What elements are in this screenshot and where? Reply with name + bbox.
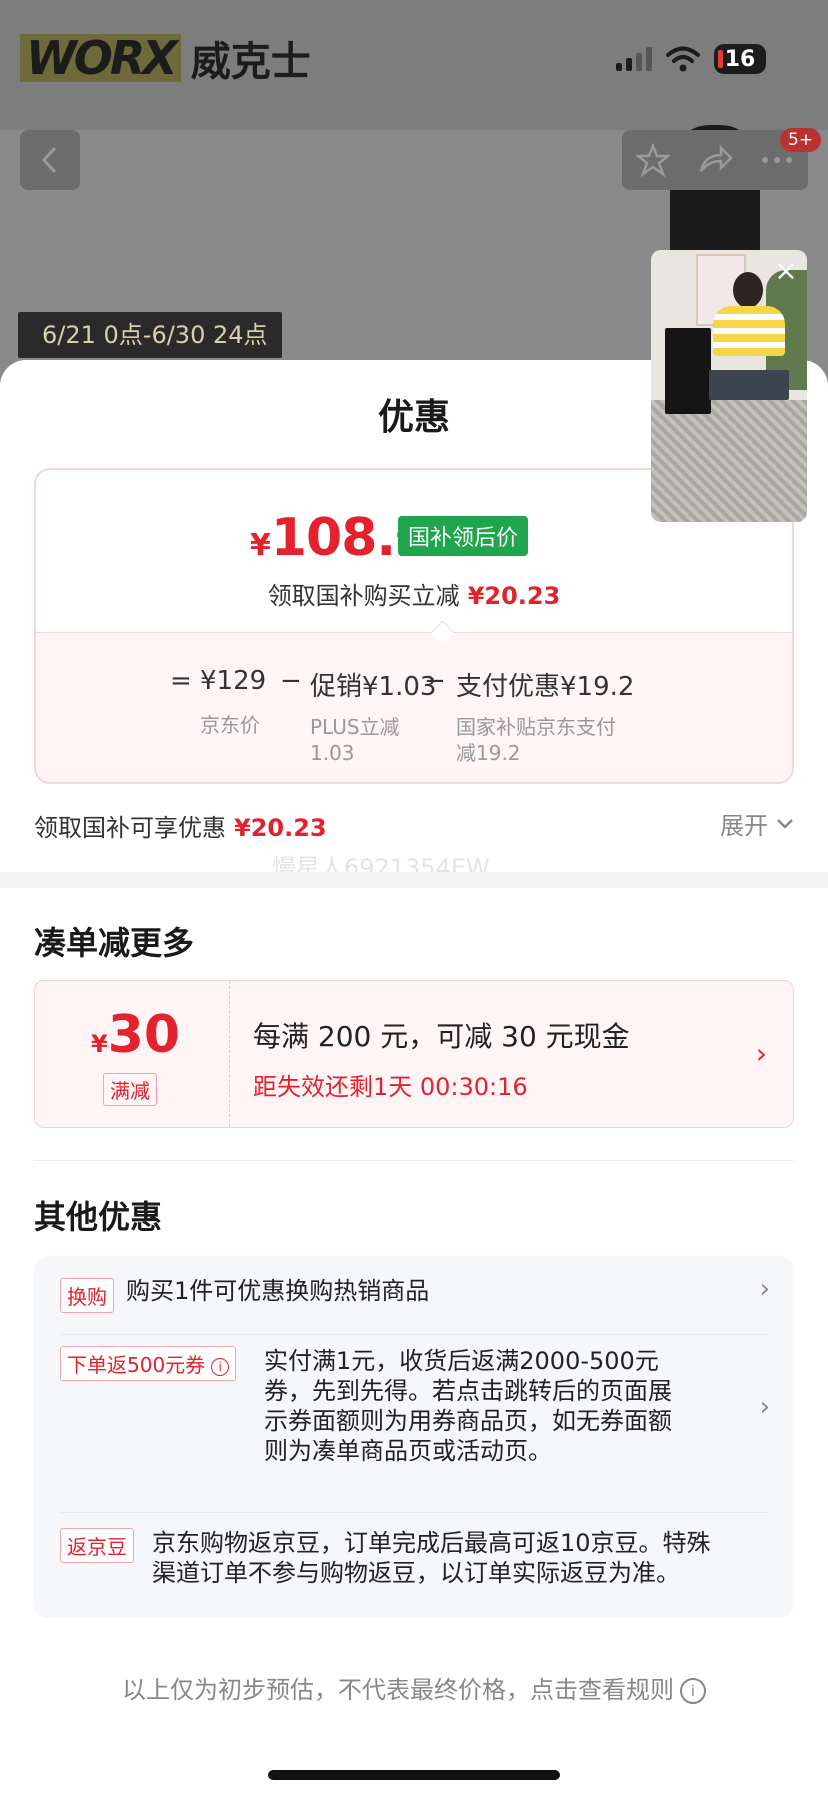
video-frame-box bbox=[709, 370, 789, 400]
home-indicator bbox=[268, 1770, 560, 1780]
battery-icon: 16 bbox=[714, 44, 766, 74]
equals-sign: = bbox=[170, 666, 192, 696]
subsidy-price-tag: 国补领后价 bbox=[398, 516, 529, 556]
promo-period-chip: 6/21 0点-6/30 24点 bbox=[18, 312, 282, 358]
coupon-type-tag: 满减 bbox=[103, 1073, 157, 1106]
video-frame-pc-case bbox=[665, 328, 711, 414]
video-frame-rug bbox=[651, 400, 807, 522]
signal-icon bbox=[616, 47, 652, 71]
promo-discount: 促销¥1.03 bbox=[310, 672, 437, 702]
coupon-card[interactable]: ¥ 30 满减 每满 200 元，可减 30 元现金 距失效还剩1天 00:30… bbox=[34, 980, 794, 1128]
payment-discount: 支付优惠¥19.2 bbox=[456, 672, 635, 702]
brand-logo-en: WORX bbox=[20, 34, 181, 82]
coupon-description: 每满 200 元，可减 30 元现金 bbox=[253, 1020, 630, 1053]
more-icon[interactable] bbox=[760, 155, 794, 165]
more-section-title: 凑单减更多 bbox=[34, 924, 195, 962]
chevron-right-icon: › bbox=[759, 1274, 770, 1304]
offer-row-tradein[interactable]: 换购 购买1件可优惠换购热销商品 › bbox=[34, 1256, 794, 1328]
promo-note-1: PLUS立减 bbox=[310, 715, 400, 739]
section-divider bbox=[0, 872, 828, 888]
share-icon[interactable] bbox=[697, 143, 733, 177]
divider bbox=[34, 1160, 794, 1161]
pay-note-2: 减19.2 bbox=[456, 741, 521, 765]
brand-logo: WORX 威克士 bbox=[20, 34, 311, 85]
chevron-down-icon bbox=[777, 818, 793, 829]
rules-footer-link[interactable]: 以上仅为初步预估，不代表最终价格，点击查看规则 i bbox=[0, 1670, 828, 1705]
minus-sign: − bbox=[280, 666, 302, 696]
info-icon: i bbox=[680, 1678, 706, 1704]
status-bar: 16 bbox=[616, 44, 766, 74]
subsidy-subtitle: 领取国补购买立减 ¥20.23 bbox=[267, 582, 561, 610]
promo-note-2: 1.03 bbox=[310, 741, 355, 765]
offer-tag: 返京豆 bbox=[60, 1528, 134, 1563]
coupon-expiry: 距失效还剩1天 00:30:16 bbox=[253, 1073, 528, 1101]
chevron-right-icon: › bbox=[759, 1392, 770, 1422]
wifi-icon bbox=[666, 46, 700, 72]
discount-sheet: 优惠 ¥ 108. 77 国补领后价 领取国补购买立减¥20.23 = ¥129… bbox=[0, 360, 828, 1796]
offer-text: 实付满1元，收货后返满2000-500元 券，先到先得。若点击跳转后的页面展 示… bbox=[264, 1347, 672, 1465]
video-frame-person bbox=[711, 272, 785, 362]
expand-button[interactable]: 展开 bbox=[720, 806, 794, 841]
jd-price-note: 京东价 bbox=[200, 713, 260, 737]
close-video-icon[interactable]: × bbox=[773, 257, 799, 285]
info-icon: i bbox=[211, 1357, 230, 1376]
pay-note-1: 国家补贴京东支付 bbox=[456, 715, 616, 739]
notification-badge: 5+ bbox=[780, 128, 822, 152]
chevron-right-icon: › bbox=[755, 1037, 767, 1070]
minus-sign: − bbox=[424, 666, 446, 696]
offer-tag: 换购 bbox=[60, 1278, 114, 1313]
offer-tag: 下单返500元券 i bbox=[60, 1346, 237, 1381]
offer-text: 京东购物返京豆，订单完成后最高可返10京豆。特殊 渠道订单不参与购物返豆，以订单… bbox=[152, 1529, 711, 1587]
subsidy-summary: 领取国补可享优惠 ¥20.23 bbox=[34, 814, 327, 842]
other-section-title: 其他优惠 bbox=[34, 1198, 163, 1236]
offer-text: 购买1件可优惠换购热销商品 bbox=[126, 1277, 430, 1305]
floating-video[interactable]: × bbox=[651, 250, 807, 522]
other-offers-list: 换购 购买1件可优惠换购热销商品 › 下单返500元券 i 实付满1元，收货后返满… bbox=[34, 1256, 794, 1618]
back-button[interactable] bbox=[20, 130, 80, 190]
jd-price: ¥129 bbox=[200, 666, 267, 696]
offer-row-coupon-return[interactable]: 下单返500元券 i 实付满1元，收货后返满2000-500元 券，先到先得。若点… bbox=[34, 1346, 794, 1496]
chevron-left-icon bbox=[41, 146, 57, 174]
brand-logo-cn: 威克士 bbox=[190, 39, 311, 85]
coupon-amount: ¥ 30 bbox=[91, 1005, 181, 1065]
star-icon[interactable] bbox=[635, 143, 670, 177]
offer-row-jd-beans: 返京豆 京东购物返京豆，订单完成后最高可返10京豆。特殊 渠道订单不参与购物返豆… bbox=[34, 1528, 794, 1608]
